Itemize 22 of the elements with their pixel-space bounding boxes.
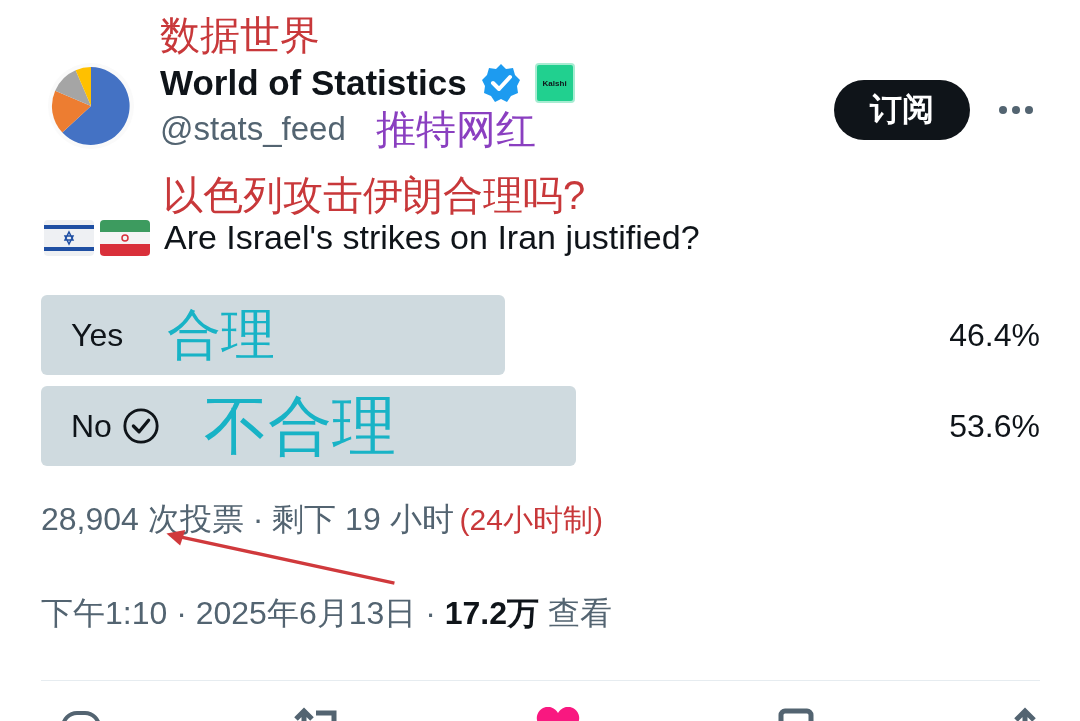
account-handle: @stats_feed	[160, 110, 346, 148]
subscribe-button[interactable]: 订阅	[834, 80, 970, 140]
iran-flag-icon	[100, 219, 150, 256]
account-name[interactable]: World of Statistics	[160, 63, 467, 103]
affiliate-badge[interactable]: Kalshi	[534, 63, 575, 103]
poll-option-label: No	[71, 407, 112, 445]
poll-summary: 28,904 次投票 · 剩下 19 小时	[41, 500, 454, 539]
annotation-text: 以色列攻击伊朗合理吗?	[162, 172, 587, 218]
poll-option[interactable]: Yes 合理 46.4%	[41, 295, 1040, 375]
post-timestamp-views: 下午1:10 · 2025年6月13日 · 17.2万 查看	[40, 594, 613, 633]
more-options-icon[interactable]	[998, 105, 1034, 115]
poll-percentage: 53.6%	[949, 407, 1040, 445]
annotation-text: (24小时制)	[459, 501, 603, 538]
annotation-text: 推特网红	[375, 105, 536, 153]
annotation-text: 数据世界	[160, 12, 321, 59]
israel-flag-icon	[44, 219, 94, 256]
poll-question: Are Israel's strikes on Iran justified?	[164, 218, 700, 257]
poll-option[interactable]: No 不合理 53.6%	[41, 386, 1040, 466]
poll-option-label: Yes	[71, 316, 124, 354]
poll-percentage: 46.4%	[949, 316, 1040, 354]
annotation-text: 合理	[167, 302, 276, 366]
annotation-text: 不合理	[203, 388, 396, 464]
